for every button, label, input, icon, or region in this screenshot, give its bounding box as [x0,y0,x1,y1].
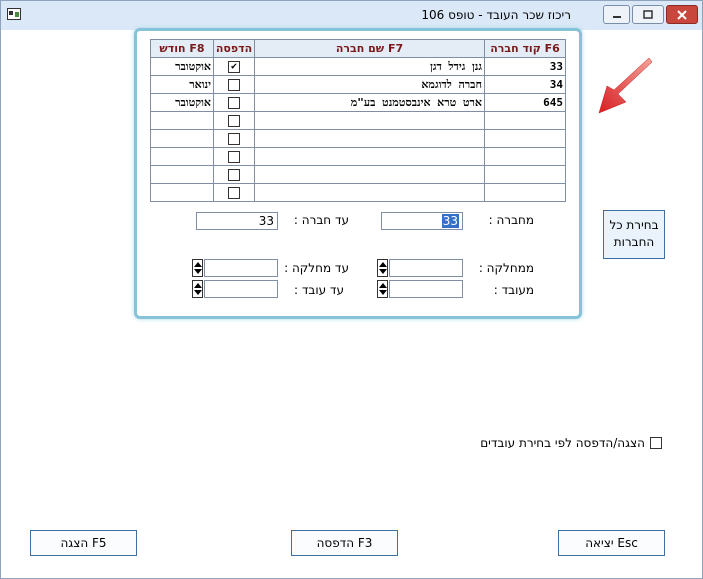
from-department-spinner[interactable] [377,259,388,277]
to-department-label: עד מחלקה : [284,261,349,275]
table-row[interactable] [150,183,566,202]
cell-company-code[interactable]: 33 [484,57,566,76]
checkbox-icon[interactable] [228,115,240,127]
cell-month[interactable] [150,111,214,130]
cell-company-code[interactable]: 645 [484,93,566,112]
table-row[interactable]: אוקטובר ✔ גנן גידל דגן 33 [150,57,566,76]
cell-company-code[interactable]: 34 [484,75,566,94]
checkbox-icon[interactable] [228,169,240,181]
checkbox-icon[interactable] [228,79,240,91]
companies-table: חודש F8 הדפסה שם חברה F7 קוד חברה F6 אוק… [150,39,566,202]
checked-checkbox-icon[interactable]: ✔ [228,61,240,73]
close-icon [677,9,687,20]
cell-company-name[interactable]: ארט טרא אינבסטמנט בע"מ [254,93,485,112]
cell-print[interactable] [213,129,255,148]
table-row[interactable] [150,111,566,130]
cell-company-code[interactable] [484,183,566,202]
show-by-employees-label: הצגה/הדפסה לפי בחירת עובדים [480,436,645,450]
cell-company-code[interactable] [484,147,566,166]
show-button[interactable]: הצגה F5 [30,530,137,556]
cell-print[interactable] [213,165,255,184]
from-department-label: ממחלקה : [478,261,534,275]
maximize-icon [643,10,653,19]
select-all-line1: בחירת כל [609,218,659,232]
cell-month[interactable] [150,183,214,202]
cell-company-name[interactable] [254,165,485,184]
to-company-input[interactable]: 33 [196,212,278,230]
from-employee-spinner[interactable] [377,280,388,298]
to-employee-spinner[interactable] [192,280,203,298]
cell-company-code[interactable] [484,129,566,148]
from-company-value: 33 [441,214,459,228]
to-department-input[interactable] [204,259,278,277]
from-company-input[interactable]: 33 [381,212,463,230]
cell-month[interactable] [150,129,214,148]
from-employee-input[interactable] [389,280,463,298]
cell-print[interactable] [213,75,255,94]
cell-company-name[interactable] [254,129,485,148]
from-employee-label: מעובד : [493,283,534,297]
close-button[interactable] [666,5,698,24]
to-employee-input[interactable] [204,280,278,298]
table-row[interactable] [150,147,566,166]
from-company-label: מחברה : [488,213,534,227]
to-department-spinner[interactable] [192,259,203,277]
table-row[interactable]: ינואר חברה לדוגמא 34 [150,75,566,94]
cell-company-code[interactable] [484,111,566,130]
table-row[interactable]: אוקטובר ארט טרא אינבסטמנט בע"מ 645 [150,93,566,112]
cell-company-code[interactable] [484,165,566,184]
cell-print[interactable] [213,93,255,112]
from-department-input[interactable] [389,259,463,277]
print-button[interactable]: הדפסה F3 [291,530,398,556]
checkbox-icon[interactable] [228,187,240,199]
table-row[interactable] [150,129,566,148]
cell-print[interactable] [213,111,255,130]
maximize-button[interactable] [632,5,664,24]
to-employee-label: עד עובד : [293,283,344,297]
show-by-employees-option[interactable]: הצגה/הדפסה לפי בחירת עובדים [455,436,665,452]
cell-company-name[interactable] [254,111,485,130]
cell-company-name[interactable] [254,183,485,202]
title-bar: ריכוז שכר העובד - טופס 106 [1,1,702,30]
table-header-row: חודש F8 הדפסה שם חברה F7 קוד חברה F6 [150,39,566,58]
column-header-name[interactable]: שם חברה F7 [254,39,485,58]
cell-print[interactable] [213,147,255,166]
cell-month[interactable]: אוקטובר [150,93,214,112]
select-all-line2: החברות [613,235,655,249]
column-header-code[interactable]: קוד חברה F6 [484,39,566,58]
column-header-print[interactable]: הדפסה [213,39,255,58]
cell-month[interactable] [150,147,214,166]
checkbox-icon[interactable] [228,133,240,145]
minimize-button[interactable] [603,5,630,24]
window-title: ריכוז שכר העובד - טופס 106 [421,8,571,22]
cell-company-name[interactable] [254,147,485,166]
cell-company-name[interactable]: גנן גידל דגן [254,57,485,76]
show-by-employees-checkbox[interactable] [650,437,662,449]
cell-month[interactable]: ינואר [150,75,214,94]
checkbox-icon[interactable] [228,97,240,109]
cell-month[interactable]: אוקטובר [150,57,214,76]
red-arrow-icon [598,57,652,114]
column-header-month[interactable]: חודש F8 [150,39,214,58]
to-company-label: עד חברה : [293,213,349,227]
exit-button[interactable]: יציאה Esc [558,530,665,556]
cell-company-name[interactable]: חברה לדוגמא [254,75,485,94]
select-all-companies-button[interactable]: בחירת כל החברות [603,210,665,259]
cell-month[interactable] [150,165,214,184]
table-row[interactable] [150,165,566,184]
minimize-icon [612,15,621,18]
cell-print[interactable]: ✔ [213,57,255,76]
checkbox-icon[interactable] [228,151,240,163]
app-icon [7,8,21,20]
cell-print[interactable] [213,183,255,202]
